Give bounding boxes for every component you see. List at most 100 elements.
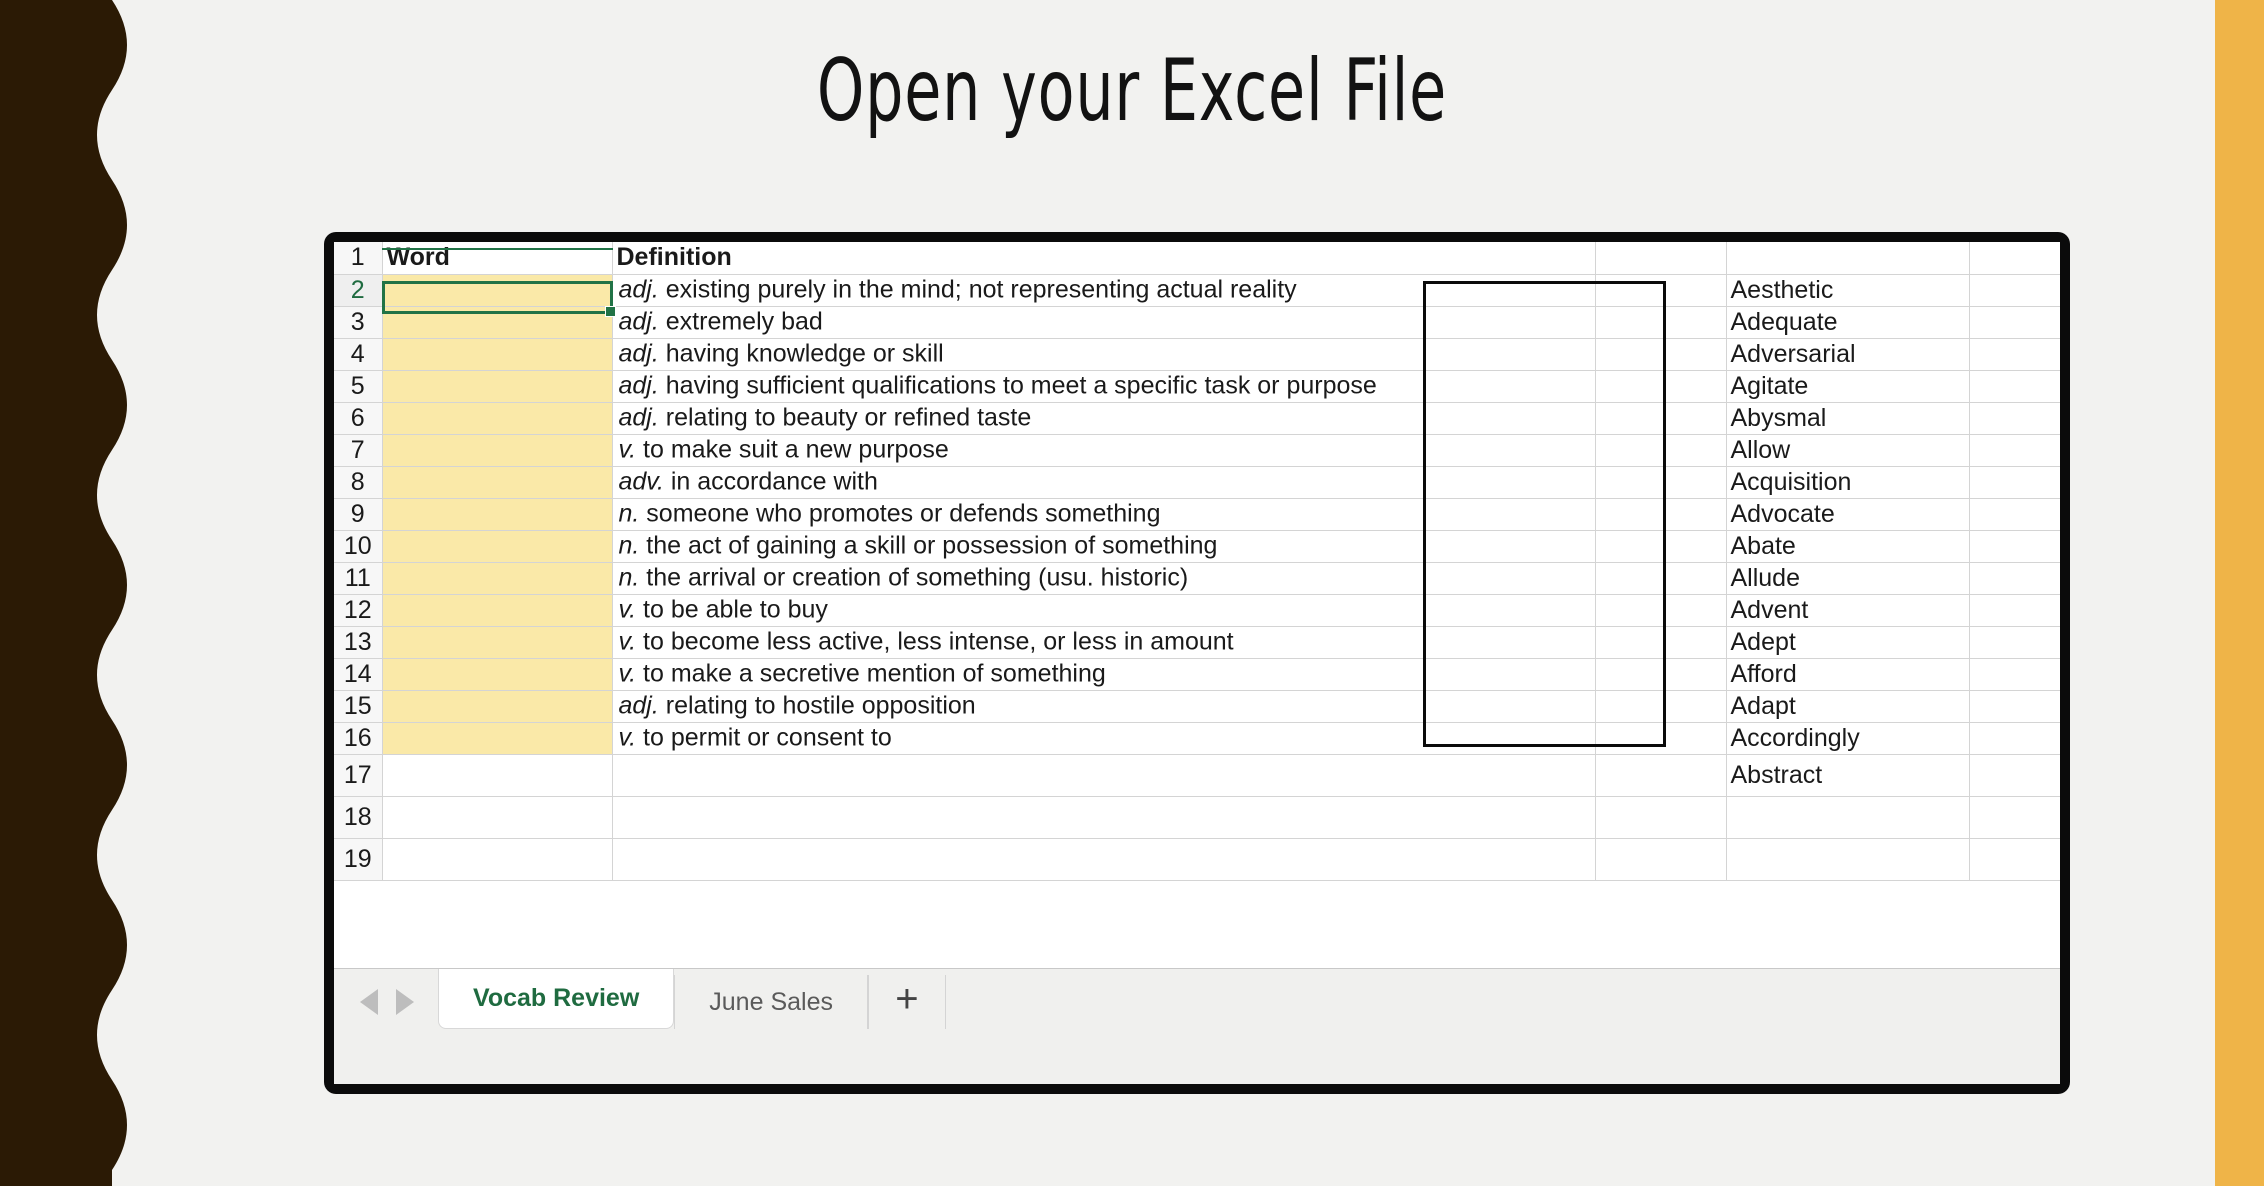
cell-trailing[interactable] [1969,562,2060,595]
cell-trailing[interactable] [1969,274,2060,307]
cell-word[interactable] [382,338,613,371]
cell-spacer[interactable] [1595,306,1727,339]
cell-spacer[interactable] [1595,242,1727,275]
cell-word-bank[interactable] [1726,796,1970,839]
row-header[interactable]: 16 [334,722,383,755]
cell-trailing[interactable] [1969,690,2060,723]
cell-trailing[interactable] [1969,796,2060,839]
sheet-tab-vocab-review[interactable]: Vocab Review [438,969,675,1029]
cell-word[interactable] [382,562,613,595]
word-bank-item[interactable]: Abstract [1726,754,1970,797]
word-bank-item[interactable]: Allude [1726,562,1970,595]
cell-trailing[interactable] [1969,838,2060,881]
cell-definition[interactable]: n. someone who promotes or defends somet… [612,498,1596,531]
cell-definition[interactable] [612,754,1596,797]
word-bank-item[interactable]: Adapt [1726,690,1970,723]
cell-word[interactable] [382,690,613,723]
next-sheet-arrow-icon[interactable] [396,989,414,1015]
cell-trailing[interactable] [1969,498,2060,531]
cell-word-bank[interactable] [1726,838,1970,881]
row-header[interactable]: 11 [334,562,383,595]
sheet-tab-june-sales[interactable]: June Sales [674,975,868,1029]
cell-definition[interactable] [612,796,1596,839]
word-bank-item[interactable]: Adversarial [1726,338,1970,371]
cell-word[interactable] [382,370,613,403]
word-bank-item[interactable]: Accordingly [1726,722,1970,755]
row-header[interactable]: 7 [334,434,383,467]
cell-trailing[interactable] [1969,370,2060,403]
cell-definition[interactable]: adj. relating to beauty or refined taste [612,402,1596,435]
cell-trailing[interactable] [1969,626,2060,659]
cell-word[interactable] [382,402,613,435]
cell-word[interactable] [382,306,613,339]
cell-word[interactable] [382,274,613,307]
word-bank-item[interactable]: Advent [1726,594,1970,627]
word-bank-item[interactable]: Agitate [1726,370,1970,403]
cell-trailing[interactable] [1969,466,2060,499]
cell-word[interactable] [382,796,613,839]
cell-spacer[interactable] [1595,466,1727,499]
row-header[interactable]: 5 [334,370,383,403]
word-bank-item[interactable]: Adequate [1726,306,1970,339]
cell-word[interactable] [382,658,613,691]
column-header-word[interactable]: Word [382,242,613,275]
cell-word[interactable] [382,530,613,563]
cell-trailing[interactable] [1969,434,2060,467]
cell-definition[interactable]: adv. in accordance with [612,466,1596,499]
cell-definition[interactable]: n. the arrival or creation of something … [612,562,1596,595]
cell-trailing[interactable] [1969,754,2060,797]
cell-spacer[interactable] [1595,274,1727,307]
cell-spacer[interactable] [1595,498,1727,531]
cell-spacer[interactable] [1595,838,1727,881]
cell-word[interactable] [382,626,613,659]
row-header[interactable]: 18 [334,796,383,839]
cell-definition[interactable]: adj. extremely bad [612,306,1596,339]
cell-spacer[interactable] [1595,658,1727,691]
word-bank-item[interactable]: Abate [1726,530,1970,563]
cell-word[interactable] [382,754,613,797]
cell-word-bank[interactable] [1726,242,1970,275]
row-header[interactable]: 1 [334,242,383,275]
cell-trailing[interactable] [1969,658,2060,691]
word-bank-item[interactable]: Acquisition [1726,466,1970,499]
row-header[interactable]: 14 [334,658,383,691]
row-header[interactable]: 4 [334,338,383,371]
row-header[interactable]: 8 [334,466,383,499]
cell-spacer[interactable] [1595,530,1727,563]
cell-trailing[interactable] [1969,306,2060,339]
cell-trailing[interactable] [1969,530,2060,563]
cell-definition[interactable]: v. to permit or consent to [612,722,1596,755]
cell-spacer[interactable] [1595,370,1727,403]
cell-definition[interactable]: v. to become less active, less intense, … [612,626,1596,659]
cell-word[interactable] [382,594,613,627]
cell-definition[interactable]: n. the act of gaining a skill or possess… [612,530,1596,563]
cell-definition[interactable]: adj. having sufficient qualifications to… [612,370,1596,403]
cell-word[interactable] [382,838,613,881]
cell-trailing[interactable] [1969,338,2060,371]
cell-definition[interactable]: v. to make suit a new purpose [612,434,1596,467]
cell-definition[interactable] [612,838,1596,881]
cell-trailing[interactable] [1969,402,2060,435]
row-header[interactable]: 3 [334,306,383,339]
cell-definition[interactable]: adj. relating to hostile opposition [612,690,1596,723]
row-header[interactable]: 10 [334,530,383,563]
cell-spacer[interactable] [1595,338,1727,371]
row-header[interactable]: 6 [334,402,383,435]
cell-spacer[interactable] [1595,594,1727,627]
row-header[interactable]: 19 [334,838,383,881]
row-header[interactable]: 17 [334,754,383,797]
word-bank-item[interactable]: Abysmal [1726,402,1970,435]
cell-spacer[interactable] [1595,626,1727,659]
word-bank-item[interactable]: Allow [1726,434,1970,467]
prev-sheet-arrow-icon[interactable] [360,989,378,1015]
row-header[interactable]: 15 [334,690,383,723]
cell-spacer[interactable] [1595,434,1727,467]
row-header[interactable]: 12 [334,594,383,627]
cell-trailing[interactable] [1969,594,2060,627]
cell-spacer[interactable] [1595,754,1727,797]
row-header[interactable]: 13 [334,626,383,659]
cell-word[interactable] [382,498,613,531]
cell-spacer[interactable] [1595,562,1727,595]
cell-spacer[interactable] [1595,796,1727,839]
add-sheet-button[interactable]: + [867,975,946,1029]
